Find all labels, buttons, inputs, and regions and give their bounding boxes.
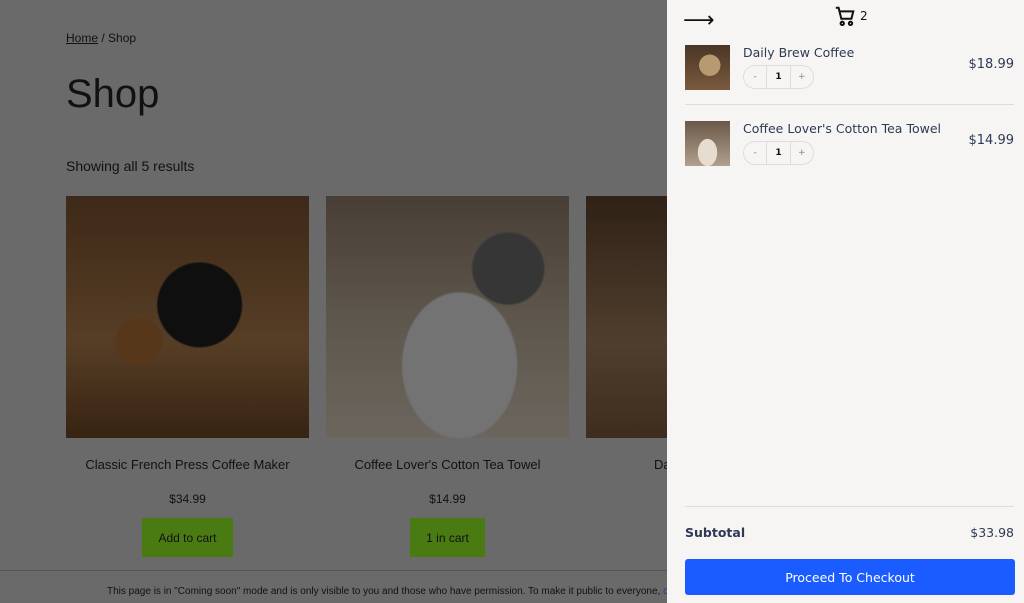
increase-button[interactable]: + <box>791 142 813 164</box>
cart-icon <box>835 6 855 26</box>
cart-item-price: $18.99 <box>968 57 1015 72</box>
cart-item-name[interactable]: Coffee Lover's Cotton Tea Towel <box>743 121 941 136</box>
product-card: Classic French Press Coffee Maker $34.99… <box>66 196 309 557</box>
product-title[interactable]: Coffee Lover's Cotton Tea Towel <box>326 457 569 472</box>
breadcrumb-current: Shop <box>108 31 137 45</box>
divider <box>685 104 1014 105</box>
quantity-stepper: -1 + <box>743 65 814 89</box>
cart-item-thumbnail <box>685 121 730 166</box>
cart-item: Daily Brew Coffee -1 + $18.99 <box>685 45 1014 105</box>
cart-indicator: 2 <box>834 5 868 27</box>
cart-item: Coffee Lover's Cotton Tea Towel -1 + $14.… <box>685 121 1014 181</box>
subtotal-value: $33.98 <box>970 525 1014 540</box>
decrease-button[interactable]: - <box>744 66 766 88</box>
mini-cart-drawer: ⟶ 2 Daily Brew Coffee -1 + $18.99 Coffee … <box>667 0 1024 603</box>
add-to-cart-button[interactable]: Add to cart <box>142 518 233 557</box>
product-title[interactable]: Classic French Press Coffee Maker <box>66 457 309 472</box>
increase-button[interactable]: + <box>791 66 813 88</box>
result-count: Showing all 5 results <box>66 158 195 174</box>
product-card: Coffee Lover's Cotton Tea Towel $14.99 1… <box>326 196 569 557</box>
breadcrumb: Home / Shop <box>66 31 137 45</box>
divider <box>685 506 1014 507</box>
cart-item-price: $14.99 <box>968 133 1015 148</box>
product-image[interactable] <box>66 196 309 438</box>
page-title: Shop <box>66 72 160 116</box>
subtotal-label: Subtotal <box>685 525 746 540</box>
quantity-stepper: -1 + <box>743 141 814 165</box>
decrease-button[interactable]: - <box>744 142 766 164</box>
cart-count: 2 <box>860 9 868 23</box>
proceed-to-checkout-button[interactable]: Proceed To Checkout <box>685 559 1015 595</box>
arrow-right-icon[interactable]: ⟶ <box>683 8 715 33</box>
product-price: $14.99 <box>429 492 466 506</box>
product-image[interactable] <box>326 196 569 438</box>
product-price: $34.99 <box>169 492 206 506</box>
subtotal-row: Subtotal $33.98 <box>685 525 1014 540</box>
quantity-input[interactable]: 1 <box>766 142 791 164</box>
in-cart-button[interactable]: 1 in cart <box>410 518 485 557</box>
cart-item-name[interactable]: Daily Brew Coffee <box>743 45 854 60</box>
breadcrumb-home[interactable]: Home <box>66 31 98 45</box>
quantity-input[interactable]: 1 <box>766 66 791 88</box>
cart-item-thumbnail <box>685 45 730 90</box>
